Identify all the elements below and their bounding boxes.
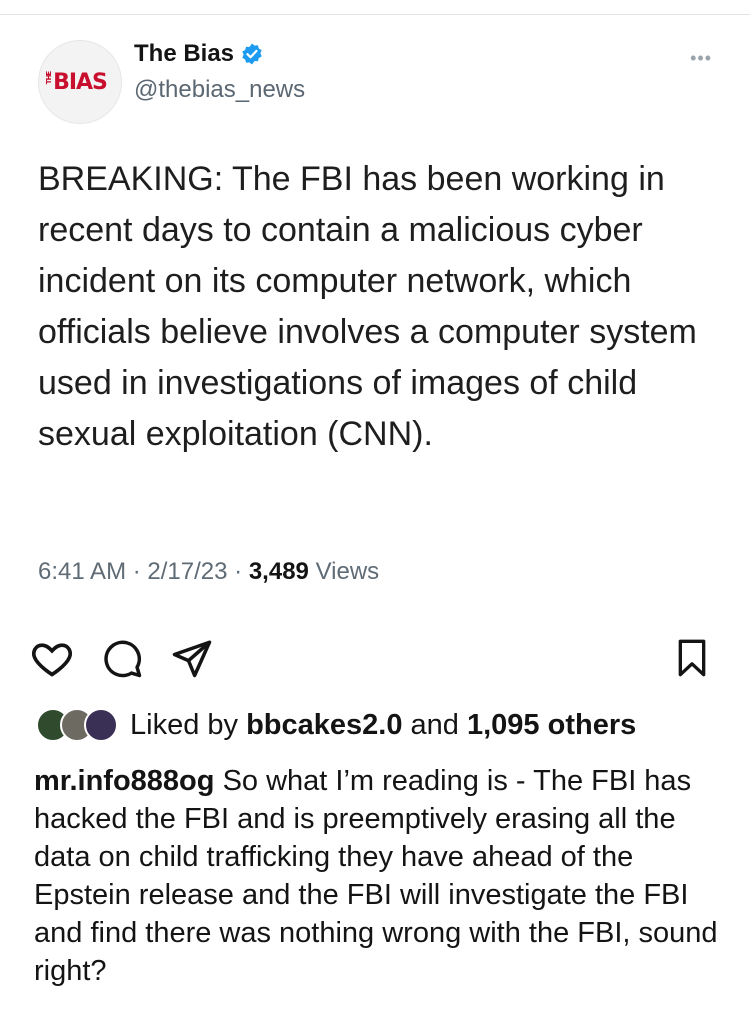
tweet-author-row: The Bias (134, 40, 264, 68)
tweet-date: 2/17/23 (147, 558, 228, 585)
more-icon[interactable]: ••• (690, 48, 712, 69)
post-action-bar (0, 634, 750, 686)
liked-by-row: Liked by bbcakes2.0 and 1,095 others (36, 708, 636, 742)
tweet-avatar[interactable]: THE BIAS (38, 40, 122, 124)
avatar (84, 708, 118, 742)
liked-by-user-link[interactable]: bbcakes2.0 (246, 709, 402, 742)
views-count: 3,489 (248, 558, 309, 585)
the-bias-logo: THE BIAS (45, 69, 108, 95)
top-divider (0, 0, 750, 15)
liked-by-prefix: Liked by (130, 708, 239, 741)
tweet-text: BREAKING: The FBI has been working in re… (38, 160, 697, 453)
meta-separator: · (234, 558, 243, 585)
tweet-meta: 6:41 AM · 2/17/23 · 3,489 Views (38, 558, 379, 586)
caption-text: So what I’m reading is - The FBI has hac… (34, 765, 718, 987)
comment-icon (104, 640, 142, 678)
tweet-time: 6:41 AM (38, 558, 127, 585)
like-button[interactable] (28, 634, 76, 682)
bookmark-icon (678, 639, 706, 677)
liked-by-and: and (410, 708, 459, 741)
meta-separator: · (132, 558, 141, 585)
tweet-handle[interactable]: @thebias_news (134, 76, 305, 104)
embedded-tweet-card: THE BIAS The Bias @thebias_news ••• BREA… (16, 22, 734, 614)
caption-username-link[interactable]: mr.info888og (34, 765, 215, 797)
comment-button[interactable] (98, 634, 146, 682)
liked-by-others-link[interactable]: 1,095 others (467, 709, 636, 742)
verified-badge-icon (242, 43, 262, 65)
post-caption: mr.info888og So what I’m reading is - Th… (34, 762, 724, 990)
save-button[interactable] (668, 634, 716, 682)
heart-icon (31, 643, 73, 677)
tweet-display-name[interactable]: The Bias (134, 40, 234, 68)
views-label: Views (315, 558, 380, 585)
send-icon (172, 640, 212, 678)
share-button[interactable] (168, 634, 216, 682)
liker-avatars[interactable] (36, 708, 118, 742)
